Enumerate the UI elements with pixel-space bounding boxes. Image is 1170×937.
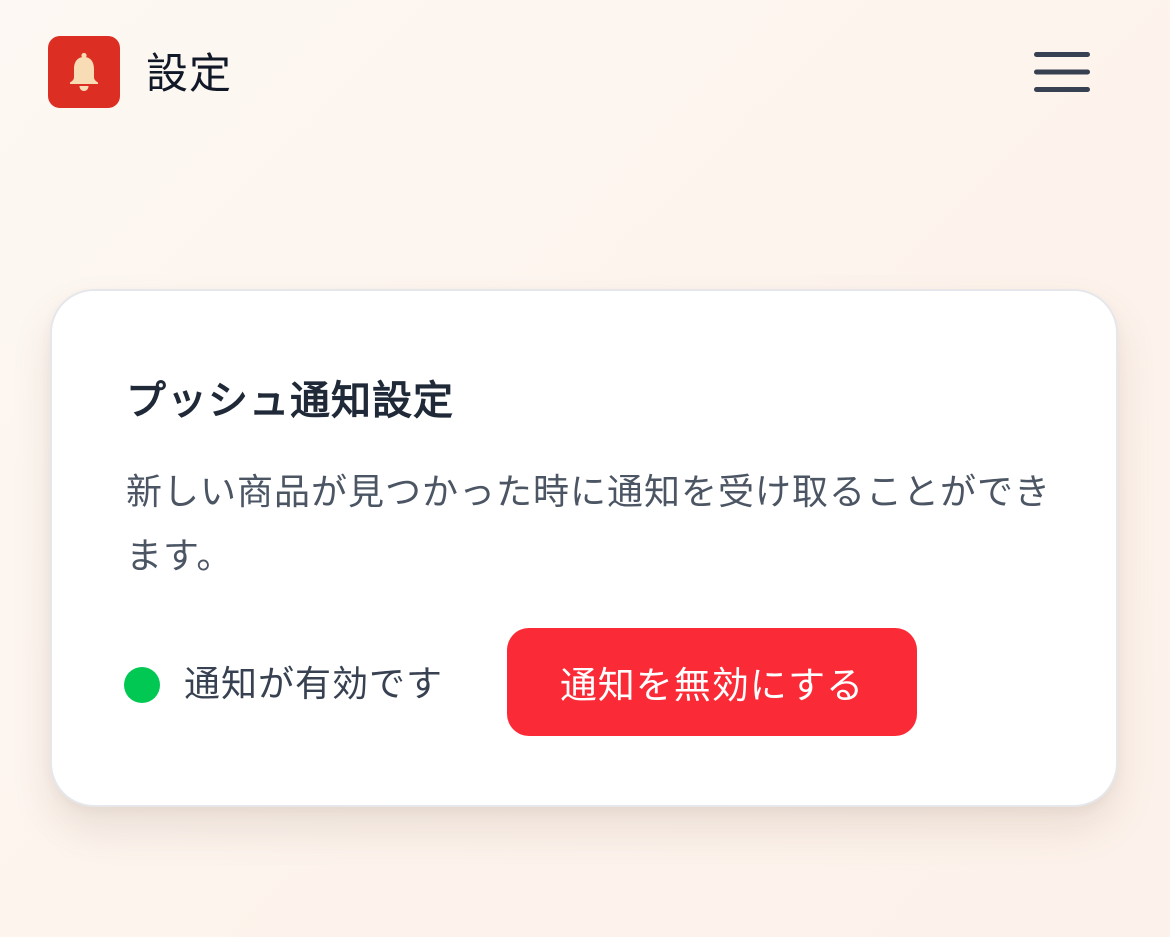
app-icon	[48, 36, 120, 108]
menu-button[interactable]	[1028, 44, 1096, 100]
push-notification-card: プッシュ通知設定 新しい商品が見つかった時に通知を受け取ることができます。 通知…	[50, 289, 1118, 807]
card-title: プッシュ通知設定	[126, 378, 454, 424]
card-description: 新しい商品が見つかった時に通知を受け取ることができます。	[126, 472, 1052, 577]
status-text: 通知が有効です	[184, 664, 444, 705]
header: 設定	[0, 0, 1170, 145]
status-indicator-dot	[124, 667, 160, 703]
disable-notifications-button[interactable]: 通知を無効にする	[507, 628, 917, 736]
page-title: 設定	[146, 49, 233, 98]
hamburger-menu-icon	[1034, 52, 1090, 92]
bell-icon	[70, 52, 98, 91]
notification-status: 通知が有効です	[124, 661, 443, 709]
